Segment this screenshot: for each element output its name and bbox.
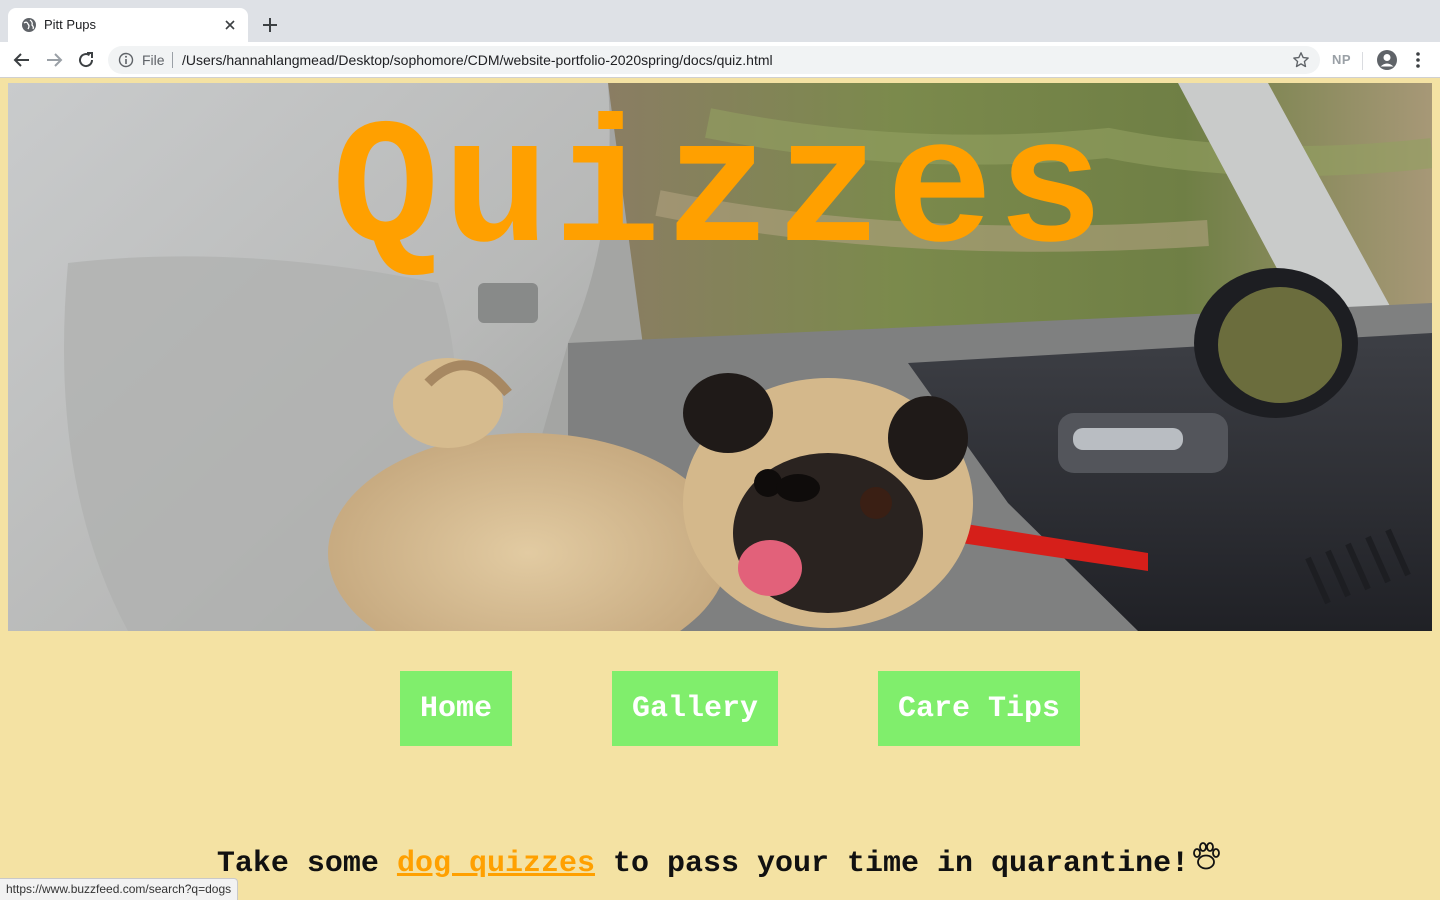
back-arrow-icon[interactable] (12, 50, 32, 70)
new-tab-plus-icon[interactable] (260, 15, 280, 35)
browser-tab[interactable]: Pitt Pups (8, 8, 248, 42)
dog-quizzes-link[interactable]: dog quizzes (397, 847, 595, 881)
tab-title: Pitt Pups (44, 17, 97, 32)
tab-strip: Pitt Pups (0, 0, 1440, 42)
kebab-menu-icon[interactable] (1410, 50, 1426, 70)
tagline-text-after: to pass your time in quarantine! (594, 847, 1190, 881)
reload-icon[interactable] (76, 50, 96, 70)
url-text[interactable]: /Users/hannahlangmead/Desktop/sophomore/… (182, 52, 773, 68)
quiz-tagline: Take some dog quizzes to pass your time … (0, 839, 1440, 881)
hero-banner: Quizzes (8, 83, 1432, 631)
toolbar-divider (1362, 52, 1363, 70)
profile-avatar-icon[interactable] (1376, 49, 1398, 71)
browser-toolbar: File /Users/hannahlangmead/Desktop/sopho… (0, 42, 1440, 78)
nav-care-tips-button[interactable]: Care Tips (878, 671, 1080, 746)
close-icon[interactable] (222, 17, 238, 33)
paw-icon (1193, 842, 1220, 870)
globe-icon (22, 18, 36, 32)
info-icon[interactable] (118, 52, 134, 68)
address-bar[interactable]: File /Users/hannahlangmead/Desktop/sopho… (108, 46, 1320, 74)
tagline-text-before: Take some (216, 847, 397, 881)
link-status-bubble: https://www.buzzfeed.com/search?q=dogs (0, 878, 239, 900)
bookmark-star-icon[interactable] (1292, 51, 1310, 69)
file-scheme-label: File (142, 52, 165, 68)
hero-title: Quizzes (332, 93, 1108, 294)
extension-np-button[interactable]: NP (1332, 52, 1351, 67)
url-separator (172, 52, 173, 68)
nav-home-button[interactable]: Home (400, 671, 512, 746)
page-viewport: Quizzes Home Gallery Care Tips Take some… (0, 79, 1440, 900)
nav-gallery-button[interactable]: Gallery (612, 671, 778, 746)
forward-arrow-icon[interactable] (44, 50, 64, 70)
